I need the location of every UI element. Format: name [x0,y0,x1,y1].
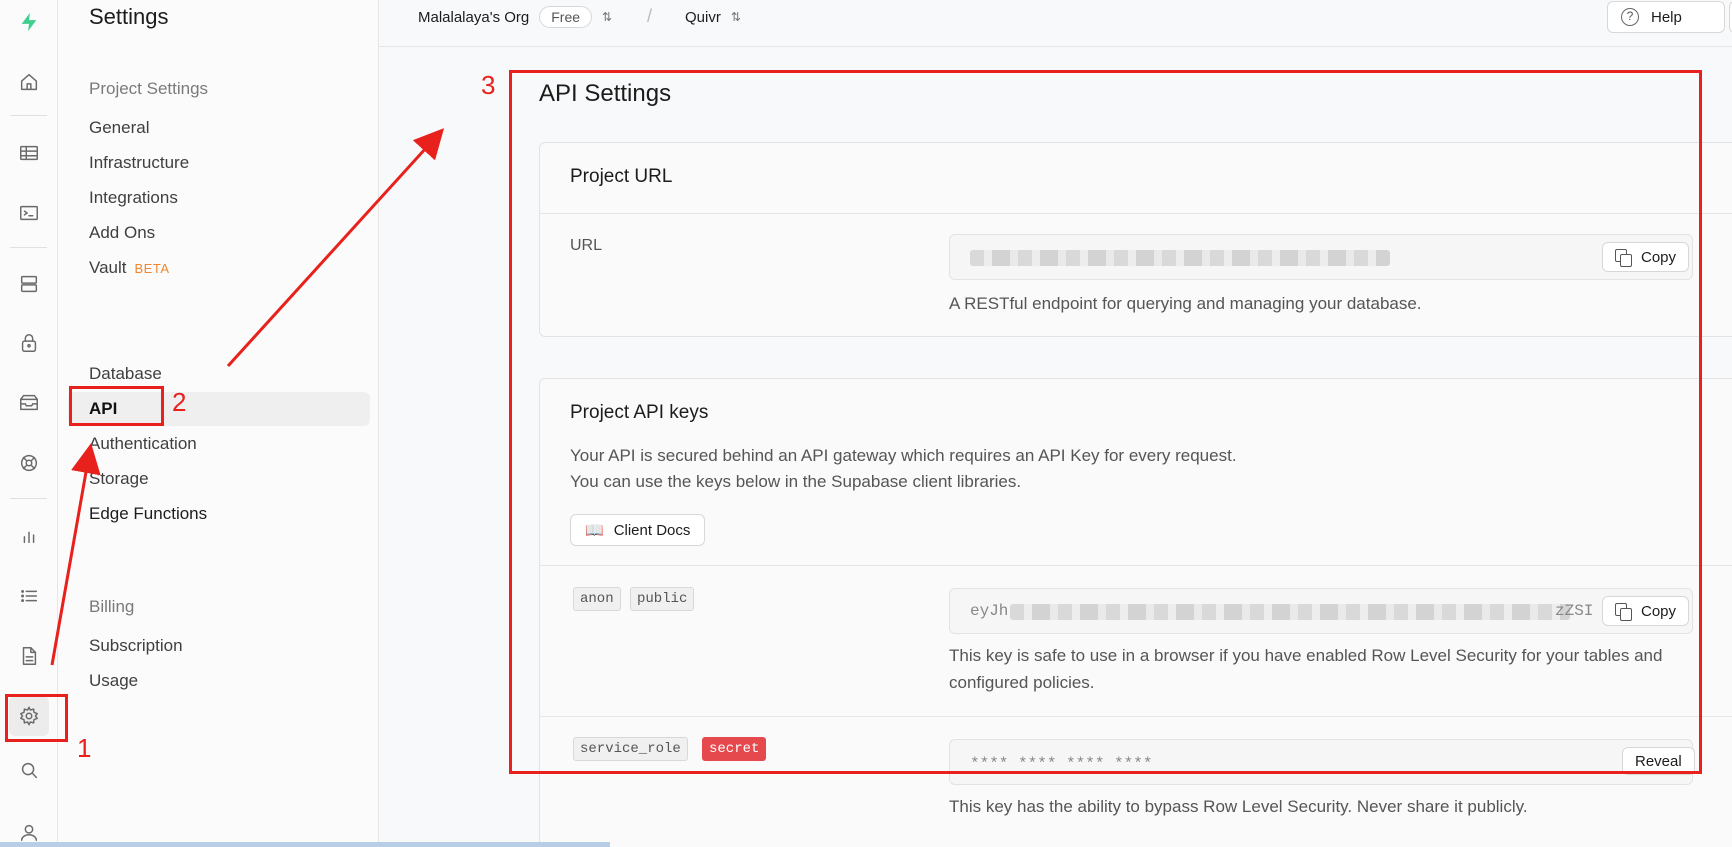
project-name: Quivr [685,8,721,26]
table-editor-icon[interactable] [9,133,49,173]
chevron-updown-icon: ⇅ [730,10,741,24]
annotation-box-3 [509,70,1702,774]
project-settings-header: Project Settings [89,79,209,98]
annotation-label-3: 3 [481,70,496,100]
sidebar-title: Settings [89,4,169,29]
sidebar-item-database[interactable]: Database [89,360,162,388]
sidebar-item-infrastructure[interactable]: Infrastructure [89,149,189,177]
project-switcher[interactable]: Quivr ⇅ [685,6,741,28]
sql-editor-icon[interactable] [9,193,49,233]
rail-divider [10,498,47,499]
database-icon[interactable] [9,264,49,304]
auth-lock-icon[interactable] [9,323,49,363]
org-switcher[interactable]: Malalalaya's Org Free ⇅ [418,6,612,28]
realtime-icon[interactable] [9,443,49,483]
help-icon: ? [1621,8,1639,26]
rail-divider [10,115,47,116]
org-name: Malalalaya's Org [418,8,530,26]
rail-divider [10,247,47,248]
billing-header: Billing [89,597,135,616]
home-icon[interactable] [9,62,49,102]
service-key-description: This key has the ability to bypass Row L… [949,797,1528,816]
sidebar-item-add-ons[interactable]: Add Ons [89,219,155,247]
annotation-box-1 [5,694,68,742]
beta-badge: BETA [134,261,170,276]
app-root: Settings Project Settings General Infras… [0,0,1732,847]
sidebar-item-label: Vault [89,258,127,277]
sidebar-item-integrations[interactable]: Integrations [89,184,178,212]
sidebar-item-subscription[interactable]: Subscription [89,632,183,660]
chevron-updown-icon: ⇅ [602,10,613,24]
plan-badge: Free [539,6,593,28]
supabase-logo-icon[interactable] [9,2,49,42]
help-label: Help [1651,8,1682,26]
sidebar-item-edge-functions[interactable]: Edge Functions [89,500,207,528]
sidebar-item-vault[interactable]: Vault BETA [89,254,170,282]
logs-icon[interactable] [9,576,49,616]
search-icon[interactable] [9,750,49,790]
annotation-label-1: 1 [77,733,92,763]
page-load-progress [0,842,610,847]
annotation-box-2 [69,386,164,426]
top-bar: Malalalaya's Org Free ⇅ / Quivr ⇅ ? Help [379,0,1732,47]
annotation-label-2: 2 [172,387,187,417]
docs-icon[interactable] [9,636,49,676]
breadcrumb-separator: / [647,6,653,26]
storage-icon[interactable] [9,383,49,423]
sidebar-item-usage[interactable]: Usage [89,667,138,695]
reports-icon[interactable] [9,516,49,556]
sidebar-item-general[interactable]: General [89,114,149,142]
sidebar-item-authentication[interactable]: Authentication [89,430,197,458]
help-button[interactable]: ? Help [1607,1,1725,33]
sidebar-item-storage[interactable]: Storage [89,465,149,493]
